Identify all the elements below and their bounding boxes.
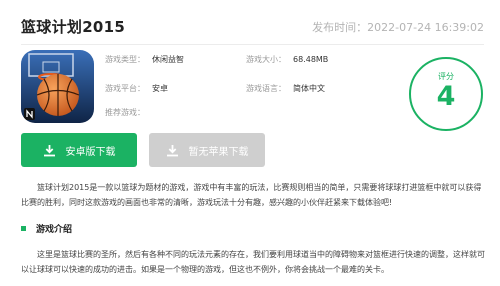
info-game-language: 游戏语言： 简体中文	[246, 84, 325, 94]
game-platform-value: 安卓	[152, 84, 168, 93]
score-value: 4	[436, 81, 456, 112]
game-size-label: 游戏大小：	[246, 55, 286, 64]
game-size-value: 68.48MB	[293, 55, 329, 64]
download-icon	[43, 144, 55, 156]
intro-paragraph: 篮球计划2015是一款以篮球为题材的游戏，游戏中有丰富的玩法，比赛规则相当的简单…	[21, 183, 482, 207]
score-circle: 评分 4	[409, 57, 483, 131]
title-divider	[21, 44, 484, 45]
recommend-label: 推荐游戏：	[105, 108, 145, 117]
info-game-size: 游戏大小： 68.48MB	[246, 55, 328, 65]
section-paragraph: 这里是篮球比赛的圣所，然后有各种不同的玩法元素的存在，我们要利用球道当中的障碍物…	[21, 250, 485, 274]
section-heading: 游戏介绍	[21, 222, 72, 235]
apple-download-button[interactable]: 暂无苹果下载	[149, 133, 265, 167]
app-icon	[21, 50, 94, 123]
game-type-value: 休闲益智	[152, 55, 184, 64]
android-download-button[interactable]: 安卓版下载	[21, 133, 137, 167]
section-title: 游戏介绍	[36, 225, 73, 235]
android-download-label: 安卓版下载	[65, 146, 116, 158]
section-marker	[21, 226, 26, 231]
apple-download-label: 暂无苹果下载	[188, 146, 249, 158]
info-game-platform: 游戏平台： 安卓	[105, 84, 168, 94]
download-icon	[166, 144, 178, 156]
game-platform-label: 游戏平台：	[105, 84, 145, 93]
publish-time: 发布时间：2022-07-24 16:39:02	[312, 21, 484, 34]
game-language-label: 游戏语言：	[246, 84, 286, 93]
page-title: 篮球计划2015	[21, 18, 126, 36]
info-recommend: 推荐游戏：	[105, 108, 152, 118]
game-type-label: 游戏类型：	[105, 55, 145, 64]
info-game-type: 游戏类型： 休闲益智	[105, 55, 184, 65]
game-language-value: 简体中文	[293, 84, 325, 93]
